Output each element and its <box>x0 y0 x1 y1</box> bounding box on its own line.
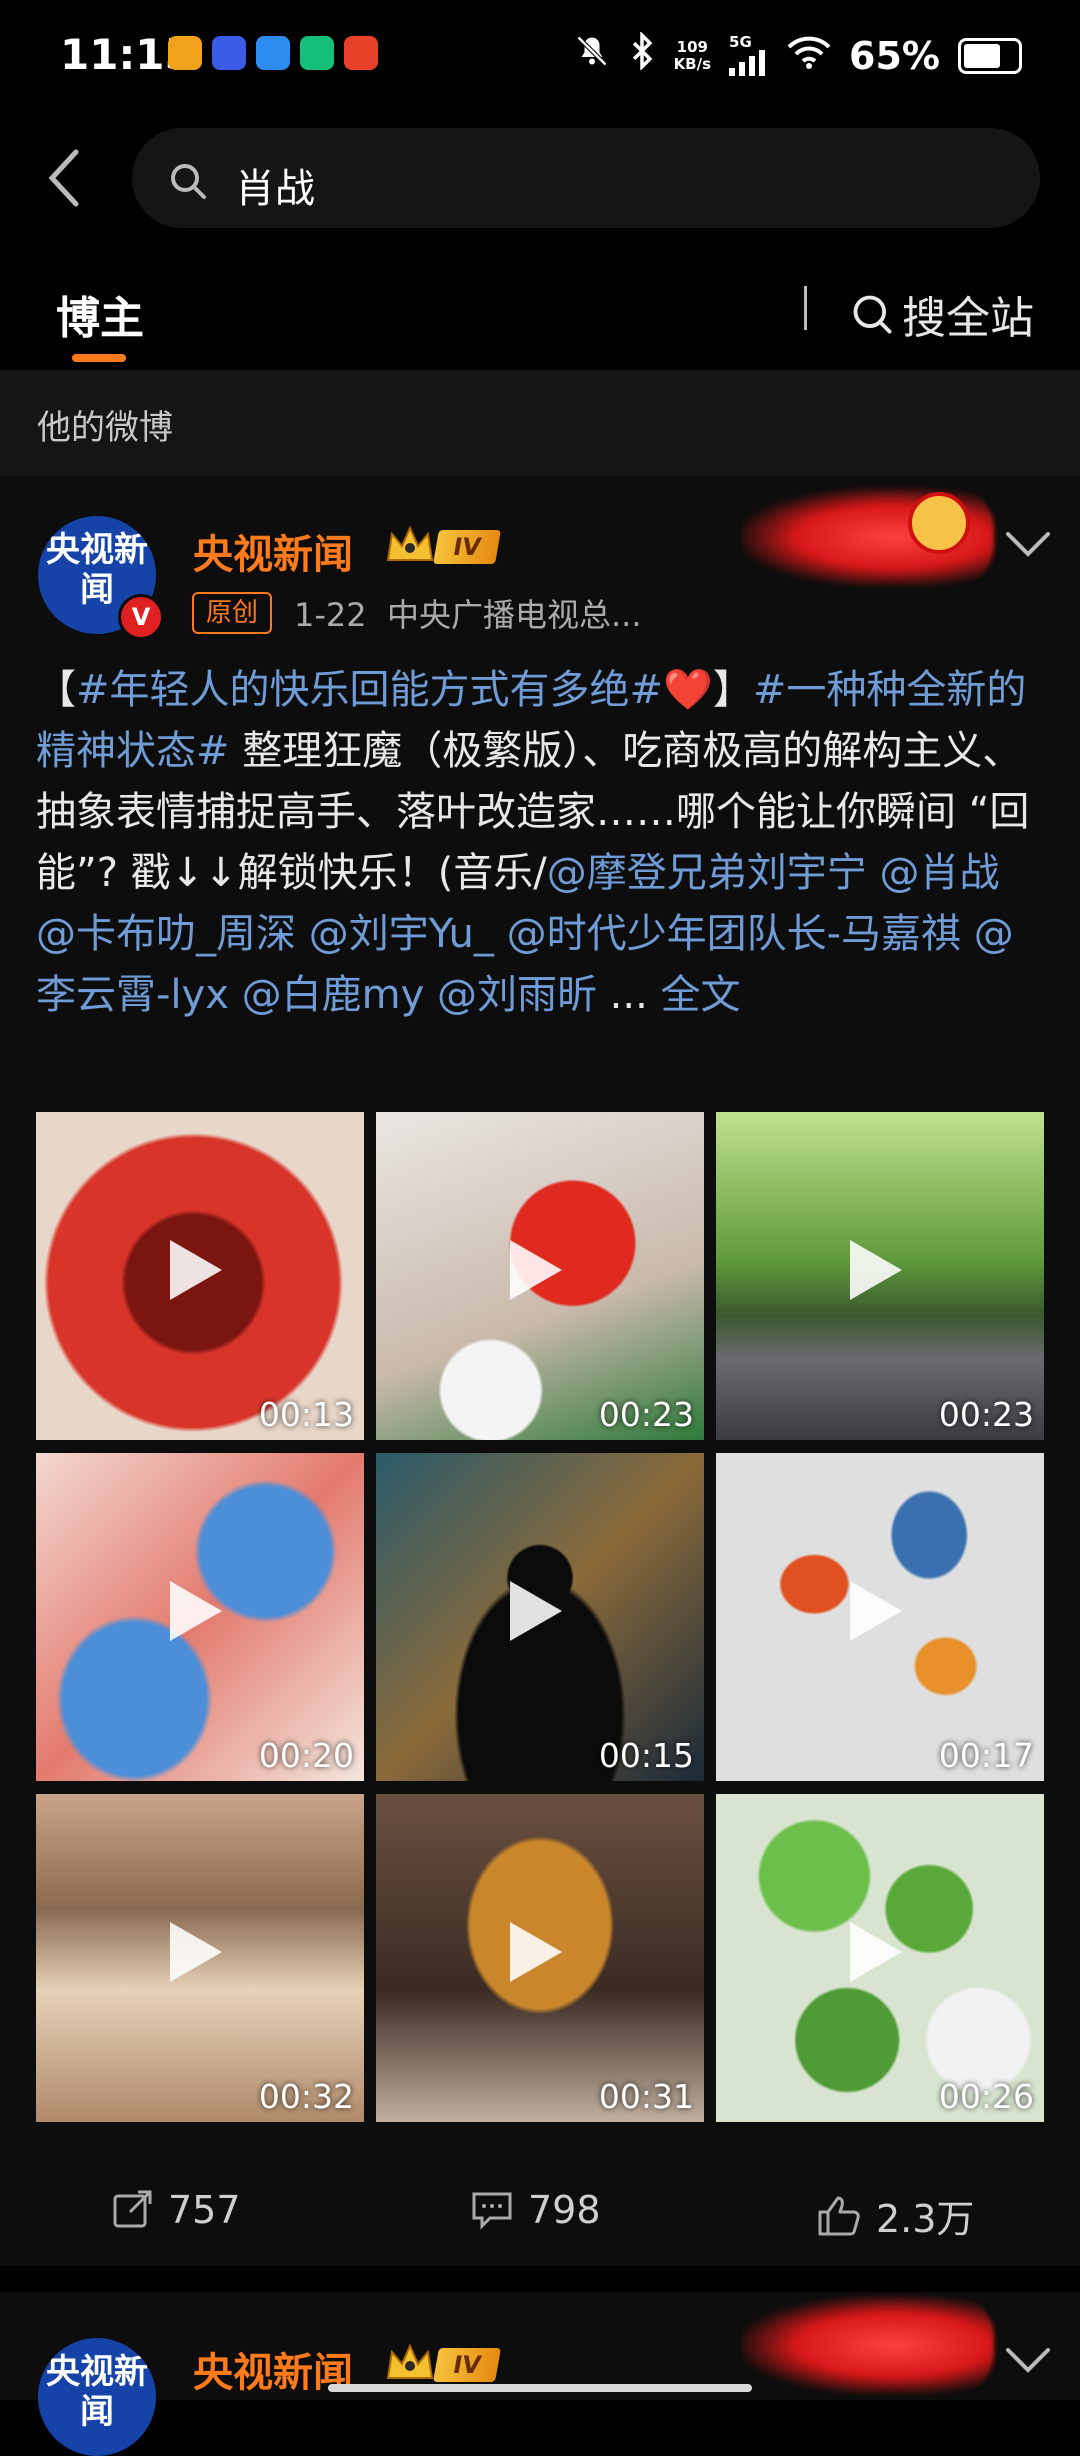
decoration-banner <box>742 2296 994 2394</box>
video-duration: 00:15 <box>598 1736 694 1775</box>
back-button[interactable] <box>44 148 84 208</box>
like-button[interactable]: 2.3万 <box>816 2188 974 2243</box>
video-thumbnail[interactable]: 00:13 <box>36 1112 364 1440</box>
mute-icon <box>574 33 610 78</box>
chevron-left-icon <box>48 149 79 207</box>
app-icon <box>212 36 246 70</box>
video-duration: 00:32 <box>258 2077 354 2116</box>
app-icon <box>300 36 334 70</box>
level-badge: IV <box>433 2348 501 2382</box>
play-icon <box>850 1240 902 1300</box>
video-grid: 00:13 00:23 00:23 00:20 00:15 00:17 00:3… <box>36 1112 1046 2122</box>
wifi-icon <box>787 34 831 78</box>
read-more-link[interactable]: 全文 <box>661 972 741 1018</box>
post-date: 1-22 <box>294 596 367 634</box>
repost-count: 757 <box>168 2188 241 2232</box>
tab-blogger[interactable]: 博主 <box>56 282 144 346</box>
heart-emoji: ❤️ <box>663 667 713 713</box>
post-meta: 1-22 中央广播电视总... <box>294 590 642 636</box>
play-icon <box>510 1240 562 1300</box>
play-icon <box>170 1922 222 1982</box>
video-thumbnail[interactable]: 00:26 <box>716 1794 1044 2122</box>
cellular-signal: 5G <box>729 35 769 76</box>
video-duration: 00:17 <box>938 1736 1034 1775</box>
status-indicators: 109 KB/s 5G 65% <box>574 30 1022 79</box>
video-duration: 00:20 <box>258 1736 354 1775</box>
search-icon <box>853 295 892 334</box>
video-thumbnail[interactable]: 00:32 <box>36 1794 364 2122</box>
app-icon <box>168 36 202 70</box>
original-badge: 原创 <box>192 592 273 634</box>
post-menu-button[interactable] <box>1004 2346 1052 2380</box>
play-icon <box>510 1922 562 1982</box>
comment-icon <box>472 2192 512 2230</box>
battery-percent: 65% <box>849 33 940 78</box>
search-icon <box>168 161 208 205</box>
post-source: 中央广播电视总... <box>386 596 642 634</box>
bluetooth-icon <box>628 30 656 79</box>
video-thumbnail[interactable]: 00:23 <box>376 1112 704 1440</box>
play-icon <box>170 1240 222 1300</box>
like-count: 2.3万 <box>876 2197 975 2241</box>
app-icon <box>344 36 378 70</box>
play-icon <box>850 1581 902 1641</box>
video-thumbnail[interactable]: 00:15 <box>376 1453 704 1781</box>
tab-divider <box>804 286 807 330</box>
repost-button[interactable]: 757 <box>112 2188 241 2232</box>
repost-icon <box>113 2190 152 2228</box>
video-duration: 00:13 <box>258 1395 354 1434</box>
verified-badge: V <box>118 594 164 640</box>
chevron-down-icon <box>1006 2348 1050 2373</box>
chevron-down-icon <box>1006 532 1050 557</box>
play-icon <box>510 1581 562 1641</box>
play-icon <box>850 1922 902 1982</box>
search-input[interactable]: 肖战 <box>235 156 315 214</box>
avatar-label: 央视新闻 <box>46 2352 148 2432</box>
tab-indicator <box>72 354 126 362</box>
post-text: 【#年轻人的快乐回能方式有多绝#❤️】#一种种全新的精神状态# 整理狂魔（极繁版… <box>36 667 1030 1018</box>
video-thumbnail[interactable]: 00:31 <box>376 1794 704 2122</box>
post-menu-button[interactable] <box>1004 530 1052 564</box>
network-speed: 109 KB/s <box>673 37 712 73</box>
comment-count: 798 <box>528 2188 601 2232</box>
battery-icon <box>958 37 1022 74</box>
level-badge: IV <box>433 530 501 564</box>
author-name[interactable]: 央视新闻 <box>193 522 353 580</box>
search-all-label: 搜全站 <box>902 293 1034 344</box>
notification-app-icons <box>168 36 378 70</box>
video-thumbnail[interactable]: 00:17 <box>716 1453 1044 1781</box>
hashtag-link[interactable]: #年轻人的快乐回能方式有多绝# <box>76 667 663 713</box>
avatar[interactable]: 央视新闻 <box>38 2338 156 2456</box>
video-duration: 00:26 <box>938 2077 1034 2116</box>
video-duration: 00:31 <box>598 2077 694 2116</box>
play-icon <box>170 1581 222 1641</box>
video-thumbnail[interactable]: 00:20 <box>36 1453 364 1781</box>
search-all-button[interactable]: 搜全站 <box>850 282 1034 346</box>
home-indicator[interactable] <box>328 2384 752 2392</box>
video-duration: 00:23 <box>938 1395 1034 1434</box>
video-thumbnail[interactable]: 00:23 <box>716 1112 1044 1440</box>
emblem-icon <box>908 492 970 554</box>
thumbs-up-icon <box>818 2196 860 2235</box>
section-title: 他的微博 <box>37 408 173 448</box>
app-icon <box>256 36 290 70</box>
comment-button[interactable]: 798 <box>470 2188 601 2232</box>
video-duration: 00:23 <box>598 1395 694 1434</box>
